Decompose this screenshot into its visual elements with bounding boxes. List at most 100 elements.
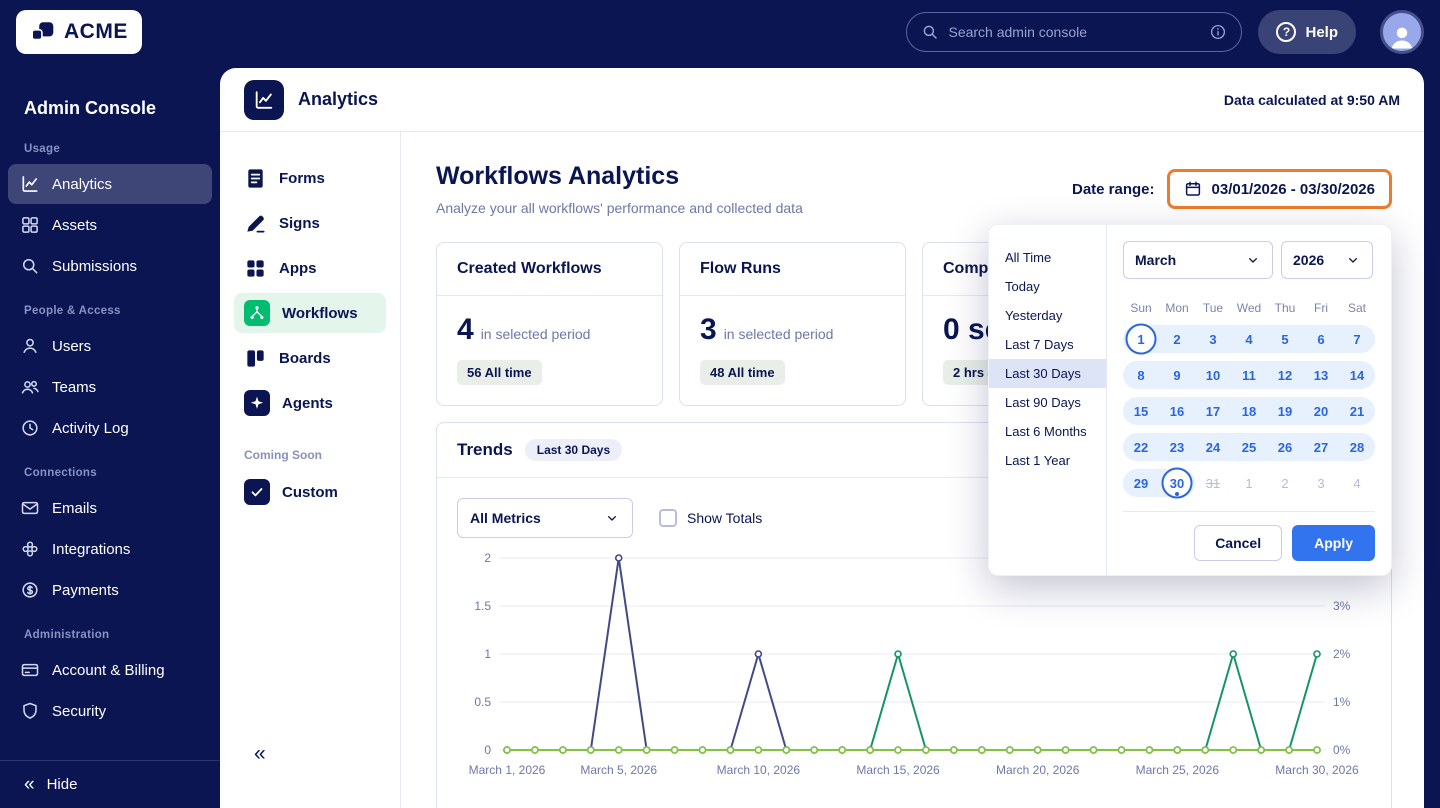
sidebar-item-users[interactable]: Users bbox=[8, 326, 212, 366]
calendar-day-number: 29 bbox=[1133, 475, 1149, 491]
calendar-day-number: 2 bbox=[1173, 331, 1181, 347]
show-totals-toggle[interactable]: Show Totals bbox=[659, 509, 762, 527]
acme-logo[interactable]: ACME bbox=[16, 10, 142, 54]
date-range-value: 03/01/2026 - 03/30/2026 bbox=[1211, 180, 1375, 198]
section-label-connections: Connections bbox=[24, 467, 97, 479]
nav-item-label: Apps bbox=[279, 259, 317, 277]
svg-text:March 30, 2026: March 30, 2026 bbox=[1275, 763, 1359, 777]
calendar-day[interactable]: 1 bbox=[1231, 469, 1267, 497]
preset-last-1-year[interactable]: Last 1 Year bbox=[989, 446, 1106, 475]
calendar-day[interactable]: 9 bbox=[1159, 361, 1195, 389]
calendar-day[interactable]: 21 bbox=[1339, 397, 1375, 425]
nav-item-custom[interactable]: Custom bbox=[234, 472, 386, 512]
calendar-day[interactable]: 3 bbox=[1195, 325, 1231, 353]
sidebar-sections: Usage Analytics Assets Submissions People & … bbox=[8, 125, 212, 731]
nav-item-agents[interactable]: Agents bbox=[234, 383, 386, 423]
calendar-day[interactable]: 24 bbox=[1195, 433, 1231, 461]
calendar-day[interactable]: 8 bbox=[1123, 361, 1159, 389]
calendar-day[interactable]: 31 bbox=[1195, 469, 1231, 497]
sidebar-item-account-billing[interactable]: Account & Billing bbox=[8, 650, 212, 690]
sidebar-item-label: Account & Billing bbox=[52, 661, 165, 679]
preset-last-7-days[interactable]: Last 7 Days bbox=[989, 330, 1106, 359]
calendar-day[interactable]: 23 bbox=[1159, 433, 1195, 461]
cancel-button[interactable]: Cancel bbox=[1194, 525, 1283, 561]
calendar-day[interactable]: 13 bbox=[1303, 361, 1339, 389]
stat-card-body: 3 in selected period 48 All time bbox=[680, 296, 905, 405]
stat-card-suffix: in selected period bbox=[723, 326, 834, 342]
preset-yesterday[interactable]: Yesterday bbox=[989, 301, 1106, 330]
sidebar-item-security[interactable]: Security bbox=[8, 691, 212, 731]
year-select[interactable]: 2026 bbox=[1281, 241, 1373, 279]
svg-text:March 15, 2026: March 15, 2026 bbox=[856, 763, 940, 777]
month-select[interactable]: March bbox=[1123, 241, 1273, 279]
sidebar-item-assets[interactable]: Assets bbox=[8, 205, 212, 245]
calendar-day[interactable]: 22 bbox=[1123, 433, 1159, 461]
calendar-day[interactable]: 4 bbox=[1339, 469, 1375, 497]
sidebar-item-integrations[interactable]: Integrations bbox=[8, 529, 212, 569]
admin-console-title: Admin Console bbox=[24, 98, 157, 118]
info-icon[interactable] bbox=[1209, 23, 1227, 41]
calendar-day[interactable]: 4 bbox=[1231, 325, 1267, 353]
sidebar-item-emails[interactable]: Emails bbox=[8, 488, 212, 528]
calendar-day[interactable]: 2 bbox=[1267, 469, 1303, 497]
payments-icon bbox=[20, 580, 40, 600]
calendar-day-number: 21 bbox=[1349, 403, 1365, 419]
sidebar-item-label: Submissions bbox=[52, 257, 138, 275]
preset-all-time[interactable]: All Time bbox=[989, 243, 1106, 272]
sidebar-item-submissions[interactable]: Submissions bbox=[8, 246, 212, 286]
calendar-day[interactable]: 12 bbox=[1267, 361, 1303, 389]
nav-item-label: Forms bbox=[279, 169, 325, 187]
nav-item-boards[interactable]: Boards bbox=[234, 338, 386, 378]
calendar-day[interactable]: 20 bbox=[1303, 397, 1339, 425]
nav-collapse-button[interactable]: « bbox=[254, 742, 266, 766]
calendar-day[interactable]: 7 bbox=[1339, 325, 1375, 353]
nav-item-workflows[interactable]: Workflows bbox=[234, 293, 386, 333]
nav-item-forms[interactable]: Forms bbox=[234, 158, 386, 198]
sidebar-item-teams[interactable]: Teams bbox=[8, 367, 212, 407]
calendar-day[interactable]: 27 bbox=[1303, 433, 1339, 461]
nav-item-apps[interactable]: Apps bbox=[234, 248, 386, 288]
calendar-day[interactable]: 3 bbox=[1303, 469, 1339, 497]
search-input[interactable] bbox=[948, 24, 1201, 40]
help-button[interactable]: ? Help bbox=[1258, 10, 1356, 54]
calendar-day[interactable]: 19 bbox=[1267, 397, 1303, 425]
calendar-day[interactable]: 30 bbox=[1159, 469, 1195, 497]
nav-item-signs[interactable]: Signs bbox=[234, 203, 386, 243]
calendar-day[interactable]: 18 bbox=[1231, 397, 1267, 425]
calendar-day[interactable]: 15 bbox=[1123, 397, 1159, 425]
calendar-day[interactable]: 25 bbox=[1231, 433, 1267, 461]
calendar-day[interactable]: 11 bbox=[1231, 361, 1267, 389]
calendar-day[interactable]: 16 bbox=[1159, 397, 1195, 425]
sidebar-item-payments[interactable]: Payments bbox=[8, 570, 212, 610]
calendar-day[interactable]: 2 bbox=[1159, 325, 1195, 353]
calendar-day[interactable]: 26 bbox=[1267, 433, 1303, 461]
calendar-day[interactable]: 5 bbox=[1267, 325, 1303, 353]
sidebar-item-label: Security bbox=[52, 702, 107, 720]
calendar-day[interactable]: 28 bbox=[1339, 433, 1375, 461]
calendar-day[interactable]: 14 bbox=[1339, 361, 1375, 389]
calendar-day[interactable]: 1 bbox=[1123, 325, 1159, 353]
sidebar-item-label: Assets bbox=[52, 216, 98, 234]
hide-button[interactable]: « Hide bbox=[0, 760, 220, 808]
svg-text:0%: 0% bbox=[1333, 743, 1351, 757]
preset-last-30-days[interactable]: Last 30 Days bbox=[989, 359, 1106, 388]
search-box[interactable] bbox=[906, 12, 1243, 52]
apply-button[interactable]: Apply bbox=[1292, 525, 1375, 561]
preset-today[interactable]: Today bbox=[989, 272, 1106, 301]
calendar-day[interactable]: 17 bbox=[1195, 397, 1231, 425]
trends-period-badge: Last 30 Days bbox=[524, 439, 623, 461]
metric-select[interactable]: All Metrics bbox=[457, 498, 633, 538]
section-label-administration: Administration bbox=[24, 629, 110, 641]
calendar-day[interactable]: 29 bbox=[1123, 469, 1159, 497]
sidebar-item-analytics[interactable]: Analytics bbox=[8, 164, 212, 204]
calendar-day[interactable]: 10 bbox=[1195, 361, 1231, 389]
calendar-day[interactable]: 6 bbox=[1303, 325, 1339, 353]
person-icon bbox=[1387, 21, 1417, 51]
submissions-icon bbox=[20, 256, 40, 276]
date-range-input[interactable]: 03/01/2026 - 03/30/2026 bbox=[1166, 169, 1392, 209]
preset-last-6-months[interactable]: Last 6 Months bbox=[989, 417, 1106, 446]
show-totals-checkbox[interactable] bbox=[659, 509, 677, 527]
avatar[interactable] bbox=[1380, 10, 1424, 54]
preset-last-90-days[interactable]: Last 90 Days bbox=[989, 388, 1106, 417]
sidebar-item-activity-log[interactable]: Activity Log bbox=[8, 408, 212, 448]
